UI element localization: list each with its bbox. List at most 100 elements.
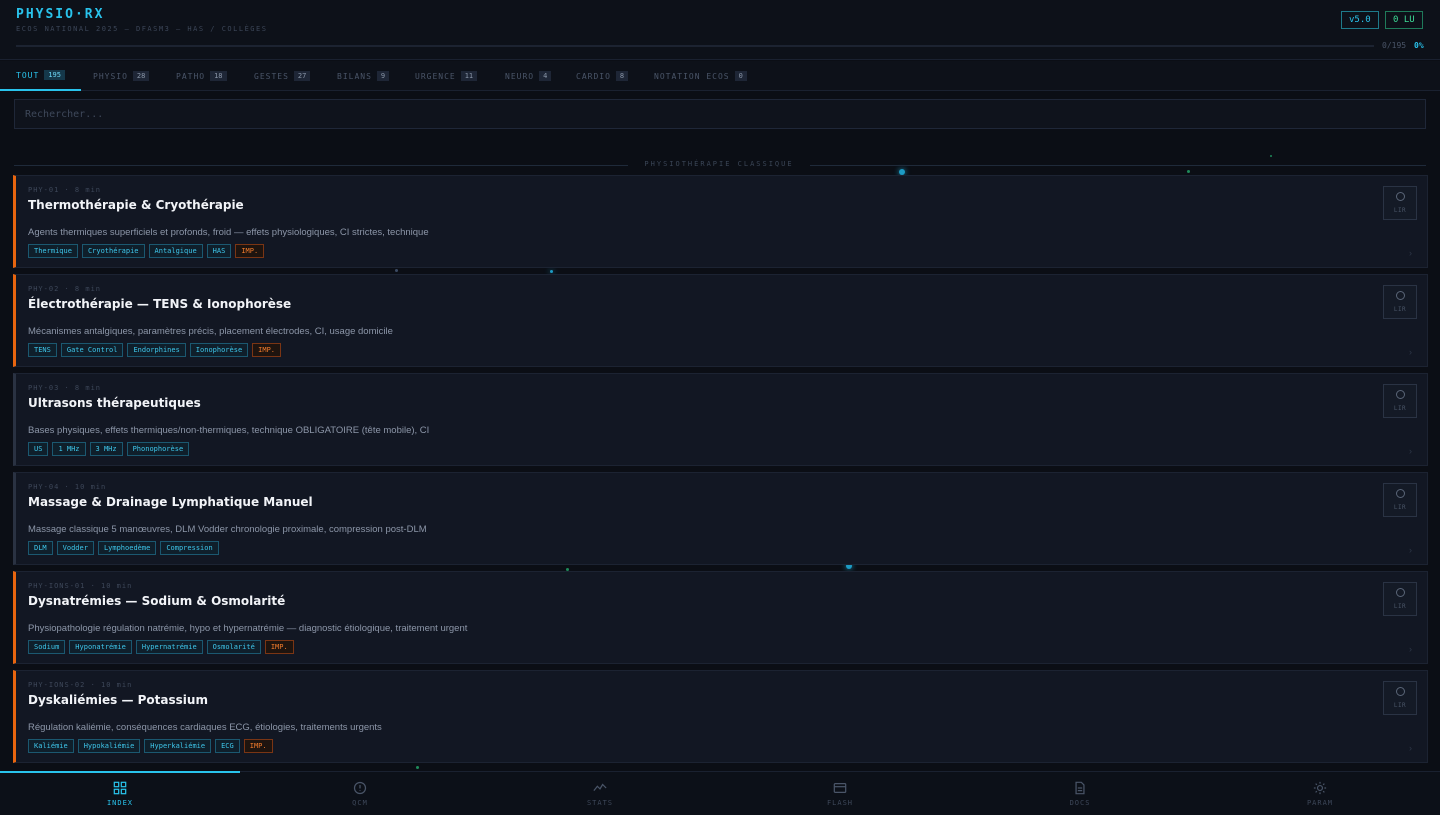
section-title: PHYSIOTHÉRAPIE CLASSIQUE — [644, 160, 794, 168]
card-description: Massage classique 5 manœuvres, DLM Vodde… — [28, 524, 427, 535]
nav-label: QCM — [352, 799, 368, 807]
card-tags: Thermique Cryothérapie Antalgique HAS IMP. — [28, 244, 265, 258]
tab-count-badge: 11 — [460, 71, 478, 81]
category-tabs: TOUT 195 PHYSIO 28 PATHO 18 GESTES 27 BILANS 9 URG… — [0, 61, 1440, 91]
tab-label: CARDIO — [576, 71, 611, 81]
chevron-right-icon: › — [1409, 743, 1412, 753]
card-tags: TENS Gate Control Endorphines Ionophorèse IM… — [28, 343, 282, 357]
mark-read-button[interactable]: LIR — [1383, 186, 1417, 220]
nav-item-flash[interactable]: FLASH — [720, 772, 960, 815]
tab-label: TOUT — [16, 70, 40, 80]
chevron-right-icon: › — [1409, 644, 1412, 654]
particle — [416, 766, 419, 769]
card-title: Électrothérapie — TENS & Ionophorèse — [28, 297, 292, 311]
sun-gear-icon — [1313, 781, 1327, 799]
document-icon — [1073, 781, 1087, 799]
card-tag: TENS — [28, 343, 57, 357]
course-card[interactable]: PHY-01 · 8 min Thermothérapie & Cryothér… — [13, 175, 1428, 268]
chevron-right-icon: › — [1409, 545, 1412, 555]
nav-item-stats[interactable]: STATS — [480, 772, 720, 815]
circle-icon — [1395, 390, 1405, 399]
important-tag: IMP. — [264, 640, 294, 654]
tab-label: PATHO — [176, 71, 206, 81]
tab-count-badge: 27 — [293, 71, 311, 81]
card-tag: Thermique — [28, 244, 78, 258]
read-label: LIR — [1393, 405, 1407, 412]
mark-read-button[interactable]: LIR — [1383, 681, 1417, 715]
card-description: Régulation kaliémie, conséquences cardia… — [28, 722, 382, 733]
mark-read-button[interactable]: LIR — [1383, 384, 1417, 418]
tab-neuro[interactable]: NEURO 4 — [489, 61, 560, 91]
tab-label: BILANS — [337, 71, 372, 81]
nav-label: INDEX — [106, 799, 134, 807]
nav-item-qcm[interactable]: QCM — [240, 772, 480, 815]
card-meta: PHY-03 · 8 min — [28, 384, 102, 392]
card-tag: Hypernatrémie — [135, 640, 203, 654]
tab-physio[interactable]: PHYSIO 28 — [77, 61, 159, 91]
search-input[interactable] — [14, 99, 1426, 129]
progress-percent: 0% — [1414, 41, 1424, 50]
card-icon — [833, 781, 847, 799]
card-meta: PHY-04 · 10 min — [28, 483, 107, 491]
card-tag: Gate Control — [60, 343, 124, 357]
tab-notation-ecos[interactable]: NOTATION ECOS 0 — [638, 61, 758, 91]
card-tag: Osmolarité — [206, 640, 261, 654]
card-tag: Hyponatrémie — [69, 640, 132, 654]
read-label: LIR — [1393, 702, 1407, 709]
card-tag: Kaliémie — [28, 739, 74, 753]
read-label: LIR — [1393, 306, 1407, 313]
circle-icon — [1395, 291, 1405, 300]
tab-count-badge: 0 — [734, 71, 747, 81]
card-tag: Cryothérapie — [81, 244, 145, 258]
card-description: Physiopathologie régulation natrémie, hy… — [28, 623, 468, 634]
course-card[interactable]: PHY-03 · 8 min Ultrasons thérapeutiques … — [13, 373, 1428, 466]
card-tag: Vodder — [56, 541, 94, 555]
card-tag: Endorphines — [127, 343, 186, 357]
bottom-navigation: INDEX QCM STATS FLASH DOCS PARAM — [0, 771, 1440, 815]
mark-read-button[interactable]: LIR — [1383, 582, 1417, 616]
card-tag: Ionophorèse — [189, 343, 249, 357]
tab-bilans[interactable]: BILANS 9 — [321, 61, 399, 91]
course-card[interactable]: PHY-02 · 8 min Électrothérapie — TENS & … — [13, 274, 1428, 367]
card-tags: Sodium Hyponatrémie Hypernatrémie Osmolarit… — [28, 640, 294, 654]
nav-item-param[interactable]: PARAM — [1200, 772, 1440, 815]
card-title: Dyskaliémies — Potassium — [28, 693, 208, 707]
important-tag: IMP. — [235, 244, 265, 258]
circle-icon — [1395, 588, 1405, 597]
app-header: PHYSIO·RX ECOS NATIONAL 2025 — DFASM3 — … — [0, 0, 1440, 60]
chevron-right-icon: › — [1409, 248, 1412, 258]
tab-cardio[interactable]: CARDIO 8 — [560, 61, 638, 91]
circle-icon — [1395, 192, 1405, 201]
progress-count: 0/195 — [1382, 41, 1407, 50]
alert-circle-icon — [353, 781, 367, 799]
tab-label: PHYSIO — [93, 71, 128, 81]
tab-count-badge: 195 — [44, 70, 65, 80]
mark-read-button[interactable]: LIR — [1383, 483, 1417, 517]
nav-item-docs[interactable]: DOCS — [960, 772, 1200, 815]
nav-label: FLASH — [826, 799, 854, 807]
nav-item-index[interactable]: INDEX — [0, 772, 240, 815]
course-card[interactable]: PHY-IONS-01 · 10 min Dysnatrémies — Sodi… — [13, 571, 1428, 664]
card-tag: ECG — [215, 739, 240, 753]
card-description: Agents thermiques superficiels et profon… — [28, 227, 429, 238]
tab-tout[interactable]: TOUT 195 — [0, 61, 81, 91]
card-title: Massage & Drainage Lymphatique Manuel — [28, 495, 313, 509]
tab-gestes[interactable]: GESTES 27 — [238, 61, 321, 91]
tab-urgence[interactable]: URGENCE 11 — [399, 61, 489, 91]
section-divider — [810, 165, 1426, 166]
card-tags: DLM Vodder Lymphoedème Compression — [28, 541, 219, 555]
card-meta: PHY-01 · 8 min — [28, 186, 102, 194]
course-card[interactable]: PHY-04 · 10 min Massage & Drainage Lymph… — [13, 472, 1428, 565]
course-card[interactable]: PHY-IONS-02 · 10 min Dyskaliémies — Pota… — [13, 670, 1428, 763]
particle — [550, 270, 553, 273]
important-tag: IMP. — [243, 739, 273, 753]
nav-label: DOCS — [1069, 799, 1091, 807]
tab-patho[interactable]: PATHO 18 — [160, 61, 238, 91]
card-tag: 3 MHz — [89, 442, 123, 456]
activity-icon — [593, 781, 607, 799]
nav-label: PARAM — [1306, 799, 1334, 807]
card-tag: Sodium — [28, 640, 66, 654]
mark-read-button[interactable]: LIR — [1383, 285, 1417, 319]
section-header: PHYSIOTHÉRAPIE CLASSIQUE — [14, 158, 1426, 172]
tab-count-badge: 9 — [376, 71, 390, 81]
